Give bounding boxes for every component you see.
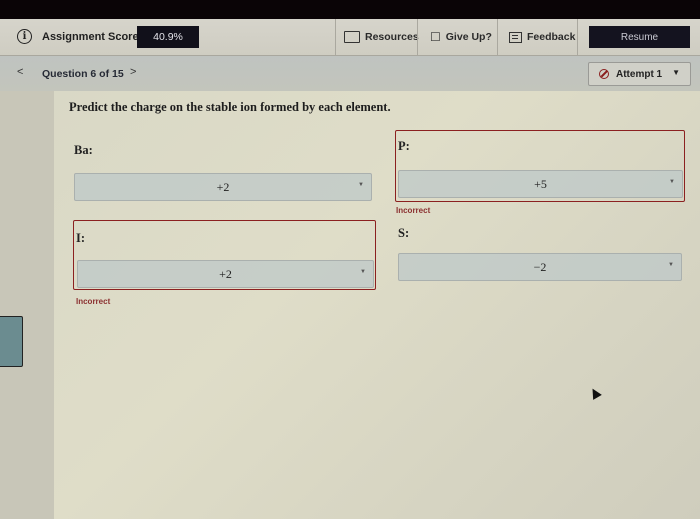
chevron-down-icon: ▼ [672,68,680,77]
element-label-ba: Ba: [74,143,93,157]
question-nav-bar: < Question 6 of 15 > Attempt 1 ▼ [0,56,700,91]
element-label-s: S: [398,226,410,240]
give-up-icon: ☐ [430,30,441,44]
resources-button[interactable]: Resources [344,19,419,55]
selected-value: +2 [219,266,232,281]
charge-select-i[interactable]: +2 ▼ [77,260,374,288]
selected-value: −2 [533,259,547,274]
assignment-header: i Assignment Score: 40.9% Resources ☐ Gi… [0,19,700,56]
resources-label: Resources [365,31,419,43]
selected-value: +2 [216,179,230,194]
assignment-score: i Assignment Score: [17,29,142,44]
give-up-button[interactable]: ☐ Give Up? [430,19,492,55]
left-margin [0,91,54,519]
chevron-down-icon: ▼ [360,269,366,275]
next-question-button[interactable]: > [130,66,136,78]
status-incorrect: Incorrect [76,297,111,306]
question-prompt: Predict the charge on the stable ion for… [69,100,391,114]
divider [577,19,578,55]
divider [417,19,418,55]
attempt-dropdown[interactable]: Attempt 1 ▼ [588,62,691,86]
element-label-i: I: [76,231,86,245]
monitor-bezel [0,0,700,19]
element-label-p: P: [398,139,410,153]
give-up-label: Give Up? [445,31,492,43]
info-icon[interactable]: i [17,29,32,44]
feedback-button[interactable]: Feedback [509,19,575,55]
folder-icon [344,31,360,43]
status-incorrect: Incorrect [396,206,431,215]
previous-question-button[interactable]: < [17,66,23,78]
charge-select-p[interactable]: +5 ▼ [398,170,683,198]
score-value: 40.9% [137,26,199,48]
charge-select-s[interactable]: −2 ▼ [398,253,682,281]
charge-select-ba[interactable]: +2 ▼ [74,173,372,201]
blocked-icon [599,69,609,79]
resume-button[interactable]: Resume [589,26,690,48]
chevron-down-icon: ▼ [669,179,675,185]
selected-value: +5 [534,176,547,191]
question-counter[interactable]: Question 6 of 15 [42,68,124,80]
divider [497,19,498,55]
side-panel-tab[interactable] [0,316,23,367]
chevron-down-icon: ▼ [668,262,674,268]
divider [335,19,336,55]
chevron-down-icon: ▼ [358,182,364,188]
score-label: Assignment Score: [42,30,143,43]
feedback-label: Feedback [527,31,576,43]
attempt-label: Attempt 1 [616,68,663,80]
feedback-icon [509,31,522,43]
